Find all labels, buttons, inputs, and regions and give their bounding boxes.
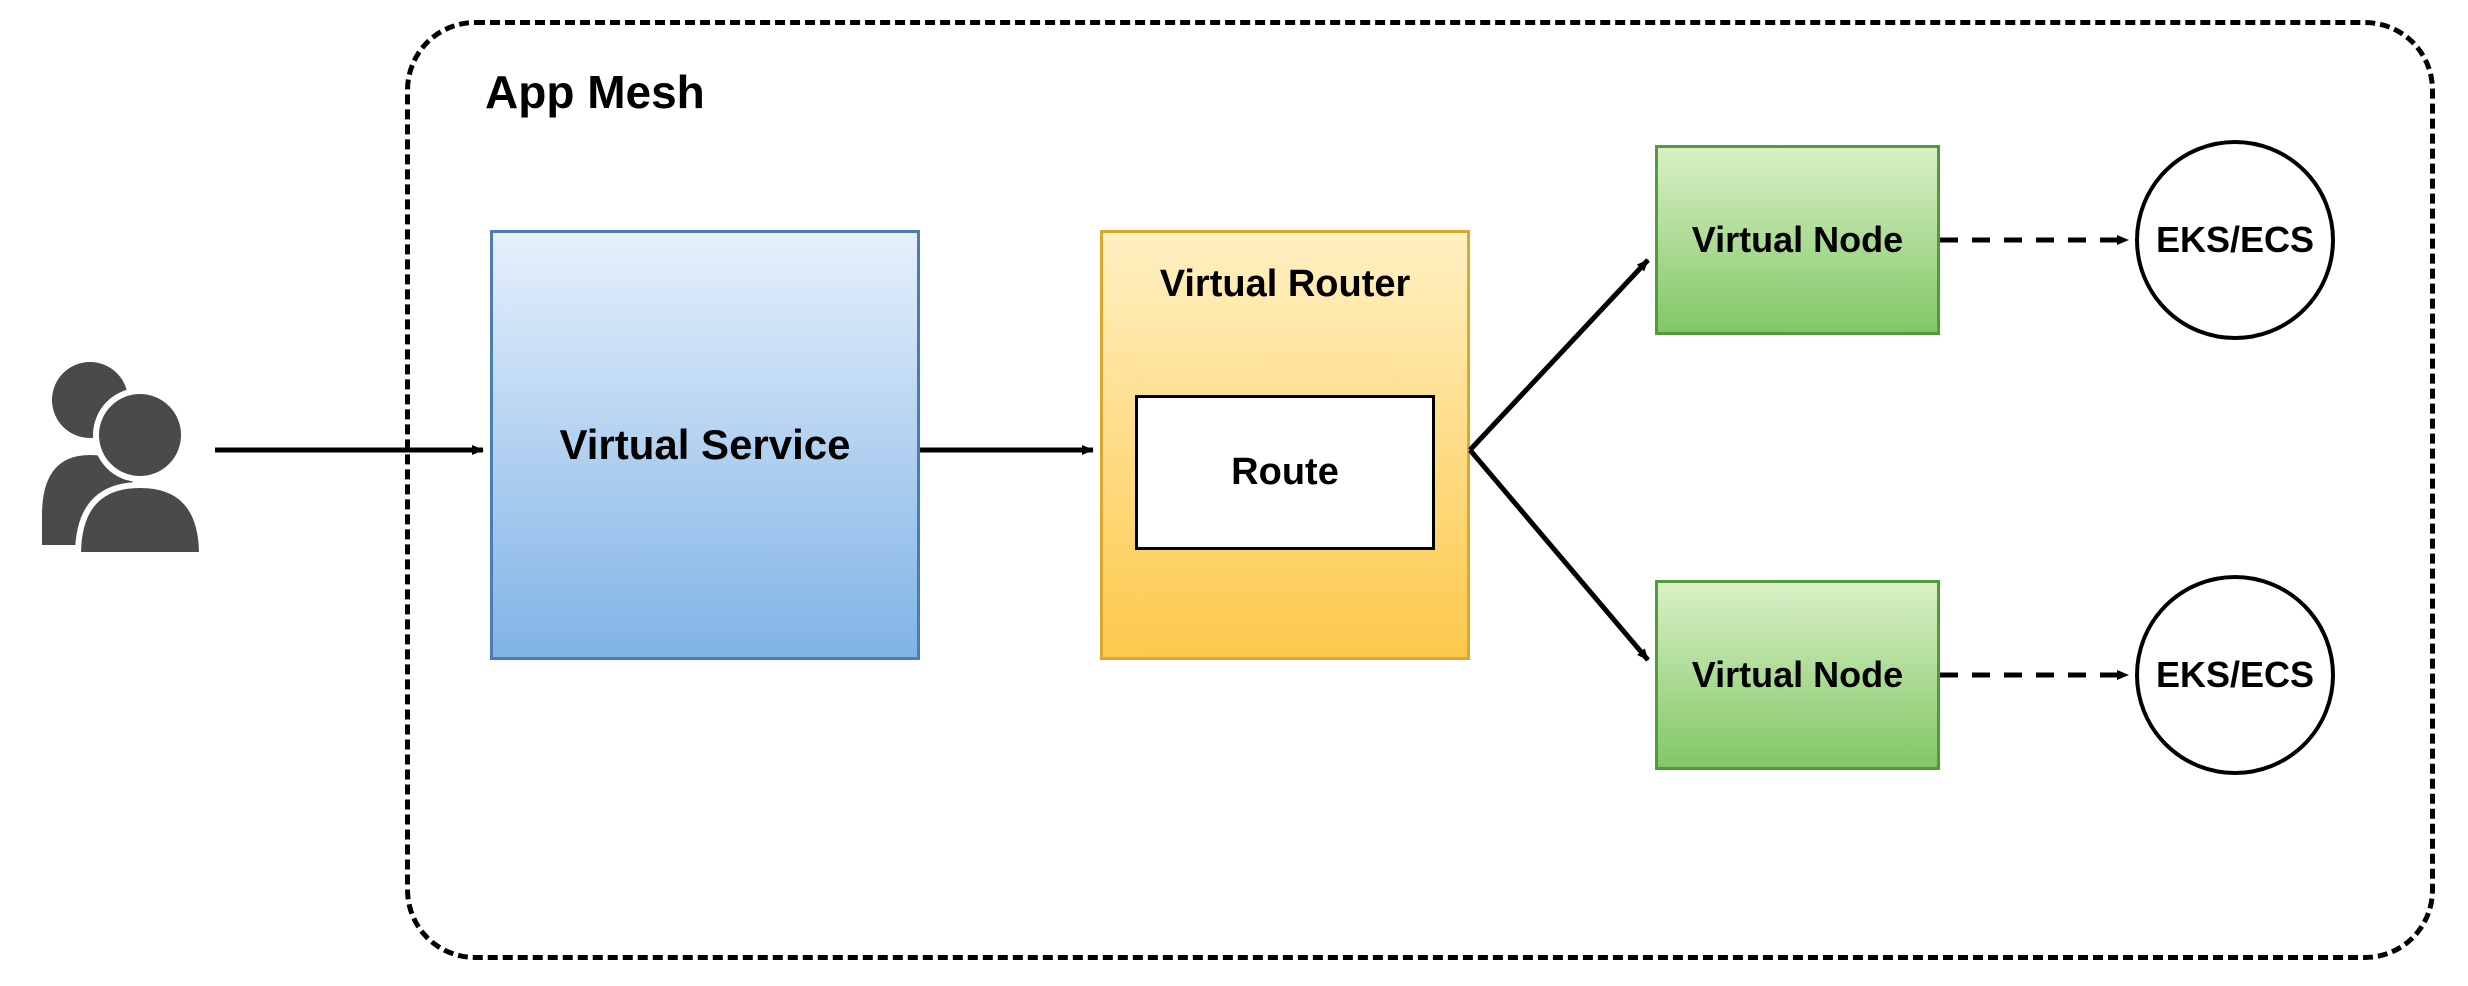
eks-ecs-1-circle: EKS/ECS (2135, 140, 2335, 340)
virtual-node-1-label: Virtual Node (1692, 219, 1903, 261)
virtual-router-label: Virtual Router (1160, 263, 1411, 306)
route-box: Route (1135, 395, 1435, 550)
app-mesh-title: App Mesh (485, 65, 705, 119)
eks-ecs-2-circle: EKS/ECS (2135, 575, 2335, 775)
diagram-canvas: App Mesh Virtual Service Virtual Router … (0, 0, 2468, 986)
virtual-service-box: Virtual Service (490, 230, 920, 660)
virtual-node-2-box: Virtual Node (1655, 580, 1940, 770)
route-label: Route (1231, 451, 1339, 494)
virtual-service-label: Virtual Service (559, 421, 850, 469)
virtual-node-2-label: Virtual Node (1692, 654, 1903, 696)
users-icon (20, 345, 210, 555)
eks-ecs-1-label: EKS/ECS (2156, 219, 2314, 261)
eks-ecs-2-label: EKS/ECS (2156, 654, 2314, 696)
virtual-node-1-box: Virtual Node (1655, 145, 1940, 335)
